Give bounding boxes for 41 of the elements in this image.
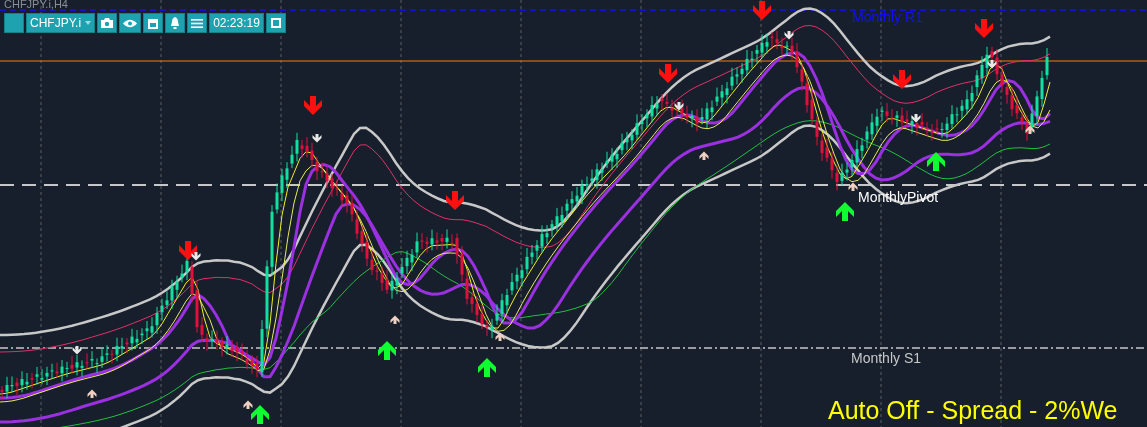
- up-arrow-icon: [378, 341, 396, 360]
- down-arrow-icon: [753, 1, 771, 20]
- level-label: Monthly S1: [851, 350, 922, 366]
- up-arrow-icon: [390, 315, 400, 324]
- up-arrow-icon: [927, 152, 945, 171]
- level-label: Monthly R1: [852, 9, 923, 25]
- down-arrow-icon: [72, 346, 82, 355]
- symbol-dropdown[interactable]: CHFJPY.i: [26, 13, 96, 33]
- down-arrow-icon: [987, 60, 997, 69]
- down-arrow-icon: [304, 96, 322, 115]
- up-arrow-icon: [478, 358, 496, 377]
- menu-button[interactable]: [187, 13, 208, 33]
- down-arrow-icon: [312, 134, 322, 143]
- maximize-button[interactable]: [265, 13, 286, 33]
- calendar-button[interactable]: [143, 13, 164, 33]
- eye-icon: [123, 18, 138, 28]
- down-arrow-icon: [893, 70, 911, 89]
- calendar-icon: [148, 17, 159, 29]
- clock-time-button[interactable]: 02:23:19: [209, 13, 264, 33]
- down-arrow-icon: [911, 114, 921, 123]
- up-arrow-icon: [1025, 125, 1035, 134]
- camera-button[interactable]: [97, 13, 118, 33]
- up-arrow-icon: [836, 202, 854, 221]
- chart-symbol-label: CHFJPY.i,H4: [4, 0, 68, 10]
- caret-icon: [85, 21, 92, 25]
- up-arrow-icon: [87, 389, 97, 398]
- bell-button[interactable]: [165, 13, 186, 33]
- camera-icon: [101, 18, 114, 28]
- square-icon: [270, 18, 281, 28]
- bell-icon: [170, 17, 181, 29]
- status-text: Auto Off - Spread - 2%We: [828, 396, 1118, 425]
- down-arrow-icon: [659, 64, 677, 83]
- up-arrow-icon: [699, 151, 709, 160]
- up-arrow-icon: [848, 182, 858, 191]
- eye-button[interactable]: [119, 13, 142, 33]
- down-arrow-icon: [784, 31, 794, 40]
- down-arrow-icon: [674, 102, 684, 111]
- down-arrow-icon: [975, 19, 993, 38]
- up-arrow-icon: [495, 332, 505, 341]
- menu-icon: [191, 18, 204, 28]
- down-arrow-icon: [446, 191, 464, 210]
